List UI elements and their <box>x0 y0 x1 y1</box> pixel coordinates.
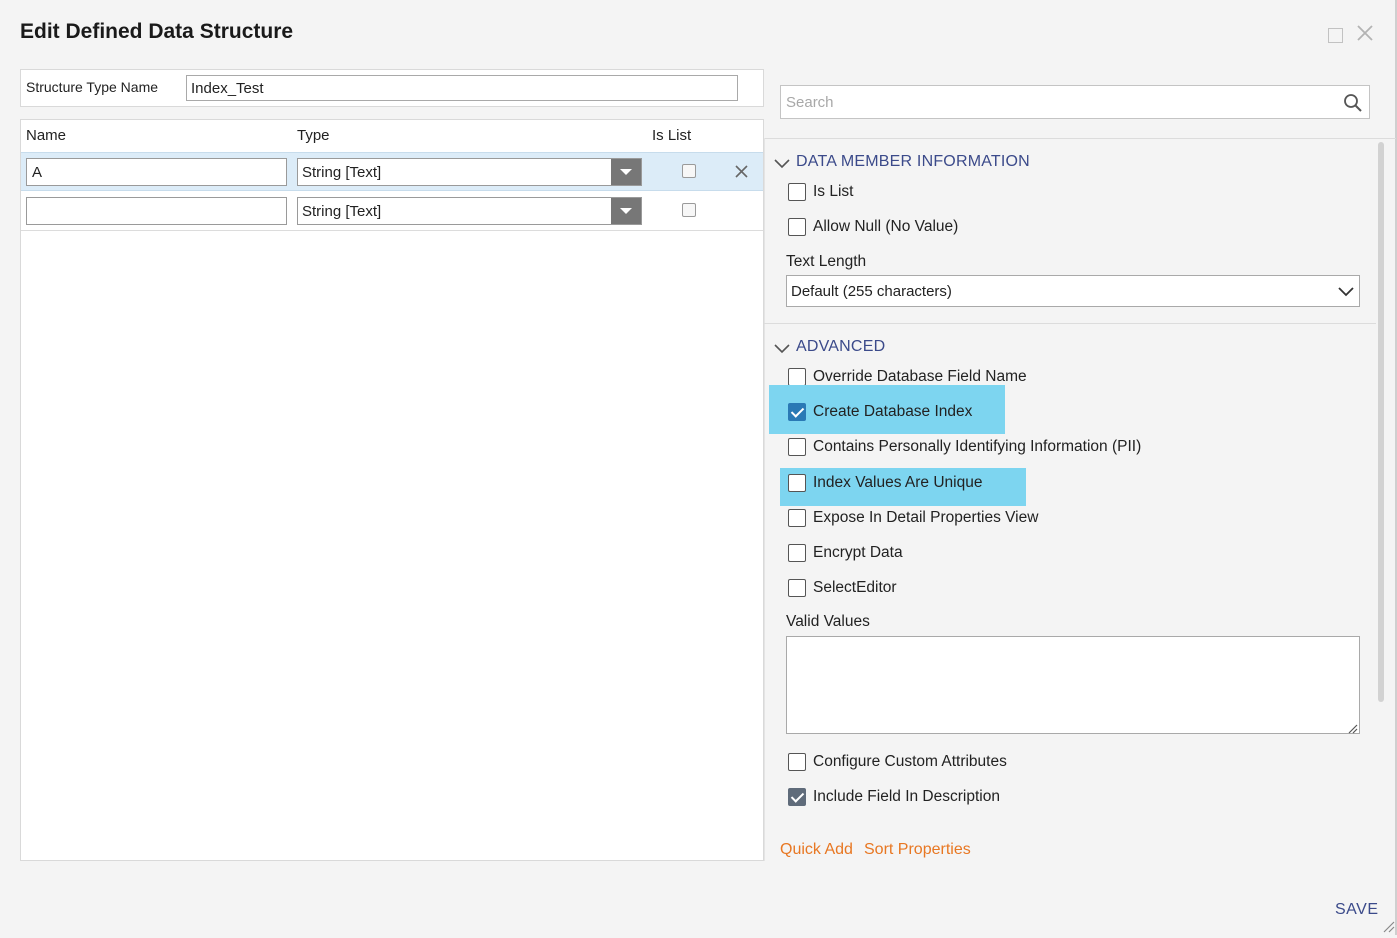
search-input[interactable] <box>781 86 1331 118</box>
row-type-select[interactable]: String [Text] <box>297 158 642 186</box>
row-type-value: String [Text] <box>302 164 382 181</box>
option-label: Index Values Are Unique <box>813 474 983 491</box>
select-editor-checkbox[interactable] <box>788 579 806 597</box>
allow-null-option[interactable]: Allow Null (No Value) <box>788 215 958 239</box>
option-label: Configure Custom Attributes <box>813 753 1007 770</box>
row-is-list-checkbox[interactable] <box>682 203 696 217</box>
dialog-title: Edit Defined Data Structure <box>20 20 294 43</box>
index-values-unique-checkbox[interactable] <box>788 474 806 492</box>
is-list-label: Is List <box>813 183 854 200</box>
include-field-in-description-option[interactable]: Include Field In Description <box>788 785 1000 809</box>
is-list-checkbox[interactable] <box>788 183 806 201</box>
encrypt-data-option[interactable]: Encrypt Data <box>788 541 903 565</box>
contains-pii-option[interactable]: Contains Personally Identifying Informat… <box>788 435 1141 459</box>
section-heading-data-member-information[interactable]: DATA MEMBER INFORMATION <box>796 153 1030 171</box>
override-database-field-name-checkbox[interactable] <box>788 368 806 386</box>
save-button[interactable]: SAVE <box>1335 901 1379 919</box>
create-database-index-option[interactable]: Create Database Index <box>788 400 972 424</box>
search-icon[interactable] <box>1343 93 1363 113</box>
row-name-input[interactable] <box>26 197 287 225</box>
encrypt-data-checkbox[interactable] <box>788 544 806 562</box>
row-type-select[interactable]: String [Text] <box>297 197 642 225</box>
chevron-down-icon[interactable] <box>774 341 790 354</box>
chevron-down-icon[interactable] <box>774 156 790 169</box>
chevron-down-icon <box>1338 284 1354 297</box>
section-heading-advanced[interactable]: ADVANCED <box>796 338 885 356</box>
divider <box>764 138 1396 139</box>
row-divider <box>21 230 763 231</box>
close-icon[interactable] <box>1356 24 1374 42</box>
option-label: Contains Personally Identifying Informat… <box>813 438 1142 455</box>
option-label: Create Database Index <box>813 403 973 420</box>
allow-null-label: Allow Null (No Value) <box>813 218 959 235</box>
structure-type-name-input[interactable] <box>186 75 738 101</box>
text-length-label: Text Length <box>786 253 867 270</box>
select-editor-option[interactable]: SelectEditor <box>788 576 897 600</box>
sort-properties-link[interactable]: Sort Properties <box>864 841 971 859</box>
include-field-in-description-checkbox[interactable] <box>788 788 806 806</box>
create-database-index-checkbox[interactable] <box>788 403 806 421</box>
option-label: SelectEditor <box>813 579 897 596</box>
resize-grip-icon[interactable] <box>1347 721 1358 734</box>
column-header-is-list: Is List <box>652 127 692 144</box>
text-length-select[interactable]: Default (255 characters) <box>786 275 1360 307</box>
search-box[interactable] <box>780 85 1370 119</box>
row-type-value: String [Text] <box>302 203 382 220</box>
is-list-option[interactable]: Is List <box>788 180 853 204</box>
expose-detail-properties-checkbox[interactable] <box>788 509 806 527</box>
valid-values-label: Valid Values <box>786 613 870 630</box>
scrollbar[interactable] <box>1378 142 1384 702</box>
divider <box>764 323 1376 324</box>
allow-null-checkbox[interactable] <box>788 218 806 236</box>
resize-grip-icon[interactable] <box>1381 919 1395 933</box>
dropdown-arrow-icon[interactable] <box>611 198 641 224</box>
structure-type-name-label: Structure Type Name <box>26 79 159 95</box>
column-header-name: Name <box>26 127 67 144</box>
dropdown-arrow-icon[interactable] <box>611 159 641 185</box>
option-label: Encrypt Data <box>813 544 903 561</box>
option-label: Override Database Field Name <box>813 368 1027 385</box>
option-label: Expose In Detail Properties View <box>813 509 1039 526</box>
contains-pii-checkbox[interactable] <box>788 438 806 456</box>
text-length-value: Default (255 characters) <box>791 283 952 300</box>
configure-custom-attributes-option[interactable]: Configure Custom Attributes <box>788 750 1007 774</box>
row-is-list-checkbox[interactable] <box>682 164 696 178</box>
expose-detail-properties-option[interactable]: Expose In Detail Properties View <box>788 506 1038 530</box>
row-name-input[interactable] <box>26 158 287 186</box>
divider <box>764 138 765 861</box>
column-header-type: Type <box>297 127 330 144</box>
option-label: Include Field In Description <box>813 788 1000 805</box>
delete-row-icon[interactable] <box>734 164 749 179</box>
valid-values-textarea[interactable] <box>786 636 1360 734</box>
configure-custom-attributes-checkbox[interactable] <box>788 753 806 771</box>
maximize-icon[interactable] <box>1328 28 1343 43</box>
index-values-unique-option[interactable]: Index Values Are Unique <box>788 471 982 495</box>
quick-add-link[interactable]: Quick Add <box>780 841 853 859</box>
